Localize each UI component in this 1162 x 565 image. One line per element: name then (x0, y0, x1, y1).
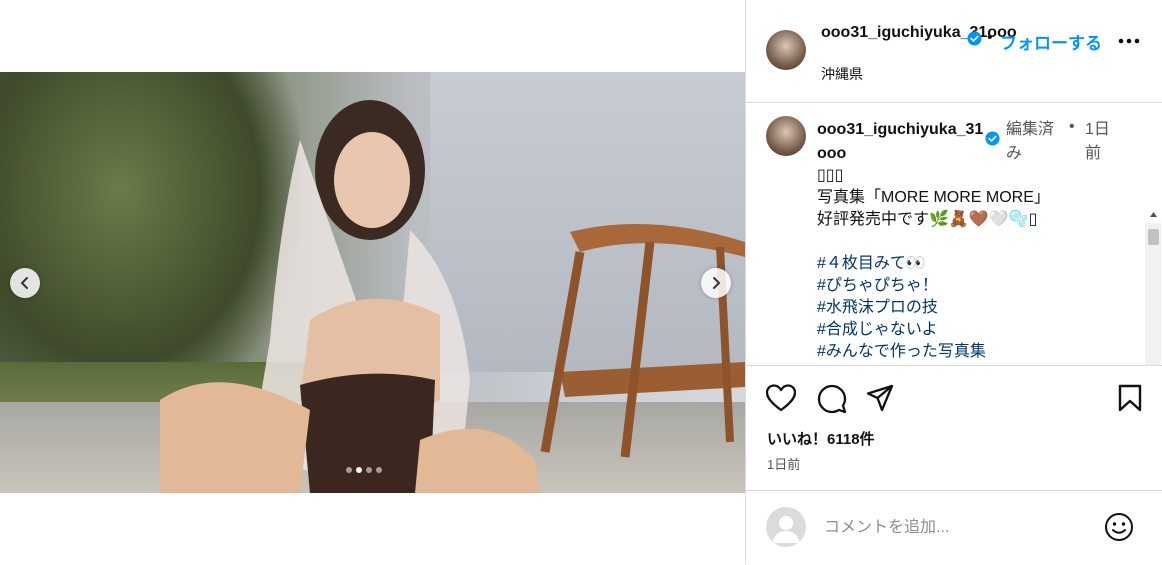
verified-badge-icon (985, 131, 1000, 146)
avatar[interactable] (766, 30, 806, 70)
chevron-left-icon (21, 277, 28, 289)
avatar (766, 507, 806, 547)
photo-chair (540, 224, 745, 458)
comment-input[interactable] (822, 513, 1086, 543)
user-placeholder-icon (772, 516, 800, 543)
share-icon[interactable] (866, 384, 894, 412)
emoji-icon[interactable] (1104, 512, 1134, 542)
caption-line: 好評発売中です🌿🧸🤎🤍🫧▯ (817, 211, 1038, 228)
follow-button[interactable]: フォローする (1000, 29, 1102, 54)
more-horizontal-icon[interactable] (1118, 38, 1140, 44)
hashtag-link[interactable]: #みんなで作った写真集 (817, 341, 1137, 363)
slide-dot (346, 467, 352, 473)
hashtag-link[interactable]: #４枚目みて👀 (817, 253, 1137, 275)
hashtag-link[interactable]: #ぴちゃぴちゃ！ (817, 275, 1137, 297)
hashtag-link[interactable]: #合成じゃないよ (817, 319, 1137, 341)
slide-dot (366, 467, 372, 473)
media-pane (0, 0, 745, 564)
verified-badge-icon (967, 31, 982, 46)
post-sidebar: ooo31_iguchiyuka_31ooo • フォローする 沖縄県 ooo3… (745, 0, 1162, 564)
caption-area: ooo31_iguchiyuka_31ooo 編集済み • 1日前 ▯▯▯ 写真… (746, 103, 1162, 365)
like-count[interactable]: いいね！6118件 (767, 428, 875, 449)
caption-line: 写真集「MORE MORE MORE」 (817, 189, 1050, 206)
scroll-up-arrow-icon[interactable] (1150, 212, 1157, 217)
slide-dot (356, 467, 362, 473)
photo-person (160, 100, 540, 493)
caption-text: ▯▯▯ 写真集「MORE MORE MORE」 好評発売中です🌿🧸🤎🤍🫧▯ #４… (817, 165, 1137, 363)
slide-dot (376, 467, 382, 473)
edited-label: 編集済み (1006, 121, 1055, 162)
scrollbar-thumb[interactable] (1148, 229, 1159, 245)
action-bar: いいね！6118件 1日前 (746, 365, 1162, 486)
bookmark-icon[interactable] (1118, 384, 1142, 412)
chevron-right-icon (713, 277, 720, 289)
header-username[interactable]: ooo31_iguchiyuka_31ooo (821, 22, 1017, 44)
post-date[interactable]: 1日前 (767, 454, 800, 473)
previous-slide-button[interactable] (10, 268, 40, 298)
caption-time[interactable]: 1日前 (1085, 118, 1121, 166)
caption-line: ▯▯▯ (817, 167, 844, 184)
post-header: ooo31_iguchiyuka_31ooo • フォローする 沖縄県 (746, 0, 1162, 103)
heart-icon[interactable] (766, 384, 796, 412)
time-separator: • (1069, 118, 1075, 135)
hashtag-link[interactable]: #水飛沫プロの技 (817, 297, 1137, 319)
location-link[interactable]: 沖縄県 (821, 64, 863, 84)
post-photo[interactable] (0, 72, 745, 493)
comment-icon[interactable] (817, 384, 847, 414)
follow-separator: • (987, 29, 993, 46)
slide-indicator (346, 467, 382, 473)
next-slide-button[interactable] (701, 268, 731, 298)
avatar[interactable] (766, 116, 806, 156)
add-comment-bar (746, 490, 1162, 565)
caption-username[interactable]: ooo31_iguchiyuka_31ooo (817, 118, 987, 166)
